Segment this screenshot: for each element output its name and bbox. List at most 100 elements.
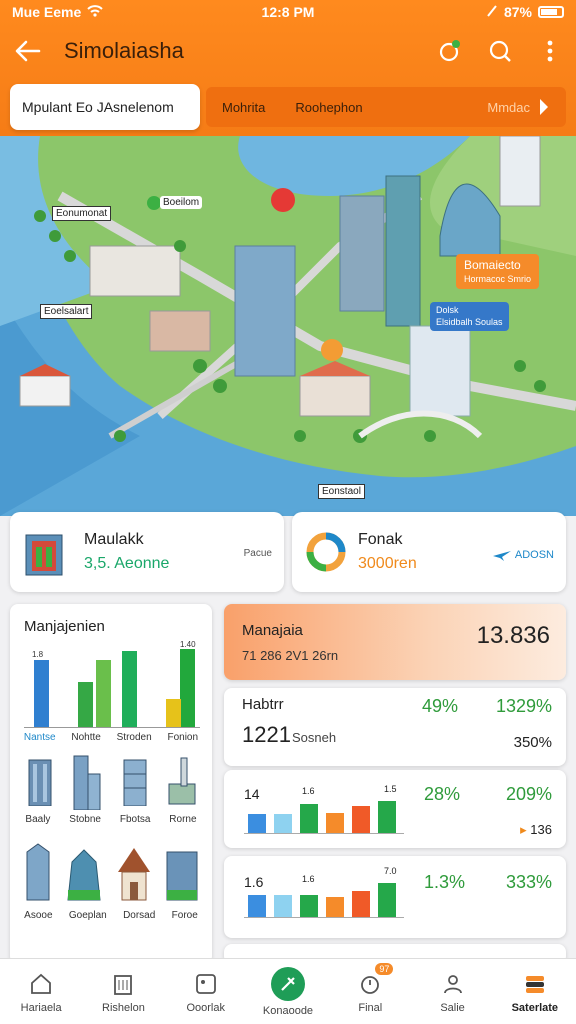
stat-top-sub: 71 286 2V1 26rn <box>242 648 339 663</box>
nav-item-1[interactable]: Rishelon <box>82 959 164 1024</box>
summary-name-1: Fonak <box>358 531 403 548</box>
building2-label-3: Foroe <box>171 910 198 921</box>
location-search-field[interactable]: Mpulant Eo JAsnelenom <box>10 84 200 130</box>
summary-card-0[interactable]: Maulakk 3,5. Aeonne Pacue <box>10 512 284 592</box>
nav-item-6[interactable]: Saterlate <box>494 959 576 1024</box>
stat-bar <box>378 883 396 917</box>
map-label-1: Eoelsalart <box>40 304 93 319</box>
nav-label-4: Final <box>358 1001 383 1014</box>
stat3-sub: ▸ 136 <box>520 822 552 838</box>
tabs-row: Mpulant Eo JAsnelenom Mohrita Roohephon … <box>10 84 566 130</box>
category-bar-secondary <box>96 660 111 727</box>
house-icon <box>117 848 150 901</box>
stat-top-value: 13.836 <box>476 622 550 649</box>
stat3-sub-text: 136 <box>530 822 552 837</box>
nav-item-3[interactable]: Konaoode <box>247 959 329 1024</box>
nav-item-5[interactable]: Salie <box>411 959 493 1024</box>
tools-icon <box>270 966 305 1001</box>
back-button[interactable] <box>12 35 44 67</box>
gallery-icon <box>192 970 220 998</box>
summary-value-0: 3,5. Aeonne <box>84 555 170 572</box>
stat-bar <box>274 814 292 833</box>
search-button[interactable] <box>486 37 514 65</box>
category-bar-secondary <box>166 699 181 727</box>
tab-more-button[interactable]: Mmdac <box>487 98 550 116</box>
building-icon <box>25 534 63 576</box>
status-left: Mue Eeme <box>12 4 103 20</box>
category-bar <box>180 649 195 727</box>
layers-icon <box>521 970 549 998</box>
stat-bar <box>326 813 344 833</box>
tower-icon <box>28 759 52 806</box>
building-label-0: Baaly <box>25 814 51 825</box>
page-title: Simolaiasha <box>64 38 184 63</box>
stat3-pct1: 28% <box>424 784 461 804</box>
info-line2: Elsidbalh Soulas <box>436 316 503 327</box>
stat2-sub: 350% <box>513 734 552 751</box>
map-callout[interactable]: Bomaiecto Hormacoc Smrio <box>456 254 540 290</box>
category-labels: Nantse Nohtte Stroden Fonion <box>16 732 206 743</box>
buildings-row-2-labels: Asooe Goeplan Dorsad Foroe <box>16 910 206 921</box>
search-text: Mpulant Eo JAsnelenom <box>22 99 174 115</box>
stat-bar <box>326 897 344 917</box>
stat2-value: 1221 <box>242 722 291 747</box>
building-label-3: Rorne <box>169 814 197 825</box>
stat-card-fourth[interactable]: 1.6 1.6 7.0 1.3% 333% <box>224 856 566 938</box>
more-menu-button[interactable] <box>536 37 564 65</box>
buildings-row-1 <box>16 754 206 810</box>
building-label-1: Stobne <box>69 814 101 825</box>
building2-label-0: Asooe <box>24 910 53 921</box>
stat-bar <box>378 801 396 833</box>
building2-label-2: Dorsad <box>123 910 156 921</box>
profile-icon <box>439 970 467 998</box>
back-arrow-icon <box>15 40 41 62</box>
nav-item-2[interactable]: Ooorlak <box>165 959 247 1024</box>
nav-item-0[interactable]: Hariaela <box>0 959 82 1024</box>
skyscraper-icon <box>73 755 101 810</box>
nav-label-3: Konaoode <box>262 1004 314 1017</box>
stat4-pct2: 333% <box>505 872 552 892</box>
nav-label-5: Salie <box>440 1001 465 1014</box>
status-bar: Mue Eeme 12:8 PM 87% <box>0 0 576 24</box>
nav-label-0: Hariaela <box>20 1001 62 1014</box>
tab-1[interactable]: Roohephon <box>295 100 362 115</box>
map-label-2: Eonstaol <box>318 484 365 499</box>
app-root: Mue Eeme 12:8 PM 87% Simolaiasha Mpulant… <box>0 0 576 1024</box>
stat-bar <box>300 804 318 833</box>
building-nav-icon <box>109 970 137 998</box>
stat-bar <box>352 806 370 833</box>
map-pin-label: Boeilom <box>160 196 203 209</box>
info-line1: Dolsk <box>436 305 459 315</box>
left-panel: Manjajenien 1.8 1.40 Nantse Nohtte Strod… <box>10 604 212 964</box>
stat-card-third[interactable]: 14 1.6 1.5 28% 209% ▸ 136 <box>224 770 566 848</box>
city-map[interactable]: Eonumonat Eoelsalart Eonstaol Boeilom Bo… <box>0 136 576 516</box>
building2-label-1: Goeplan <box>68 910 107 921</box>
stat3-chart <box>244 798 404 834</box>
stat-card-second[interactable]: Habtrr 1221 Sosneh 49% 1329% 350% <box>224 688 566 766</box>
summary-card-1[interactable]: Fonak 3000ren ADOSN <box>292 512 566 592</box>
nav-item-4[interactable]: 97 Final <box>329 959 411 1024</box>
notification-button[interactable] <box>436 37 464 65</box>
summary-text-0: Maulakk 3,5. Aeonne <box>84 531 169 573</box>
home-icon <box>27 970 55 998</box>
stat-bar <box>248 814 266 833</box>
bottom-nav: Hariaela Rishelon Ooorlak Konaoode 97 Fi… <box>0 958 576 1024</box>
header: Mue Eeme 12:8 PM 87% Simolaiasha Mpulant… <box>0 0 576 136</box>
tab-strip: Mohrita Roohephon Mmdac <box>206 87 566 127</box>
glass-tower-icon <box>26 843 50 901</box>
summary-row: Maulakk 3,5. Aeonne Pacue Fonak 3000ren … <box>10 512 566 592</box>
chart-number-1: 1.40 <box>180 640 196 649</box>
stat2-title: Habtrr <box>242 696 284 713</box>
map-info-box[interactable]: Dolsk Elsidbalh Soulas <box>430 302 509 332</box>
summary-aside-1-text: ADOSN <box>514 548 554 561</box>
stat2-pct1: 49% <box>422 696 459 716</box>
tab-0[interactable]: Mohrita <box>222 100 265 115</box>
map-label-0: Eonumonat <box>52 206 112 221</box>
battery-icon <box>538 6 564 18</box>
stat-bar <box>248 895 266 917</box>
office-icon <box>123 759 147 806</box>
stat-card-top[interactable]: Manajaia 71 286 2V1 26rn 13.836 <box>224 604 566 680</box>
chevron-right-icon <box>540 99 548 115</box>
stat-top-title: Manajaia <box>242 622 303 639</box>
category-bar <box>34 660 49 727</box>
